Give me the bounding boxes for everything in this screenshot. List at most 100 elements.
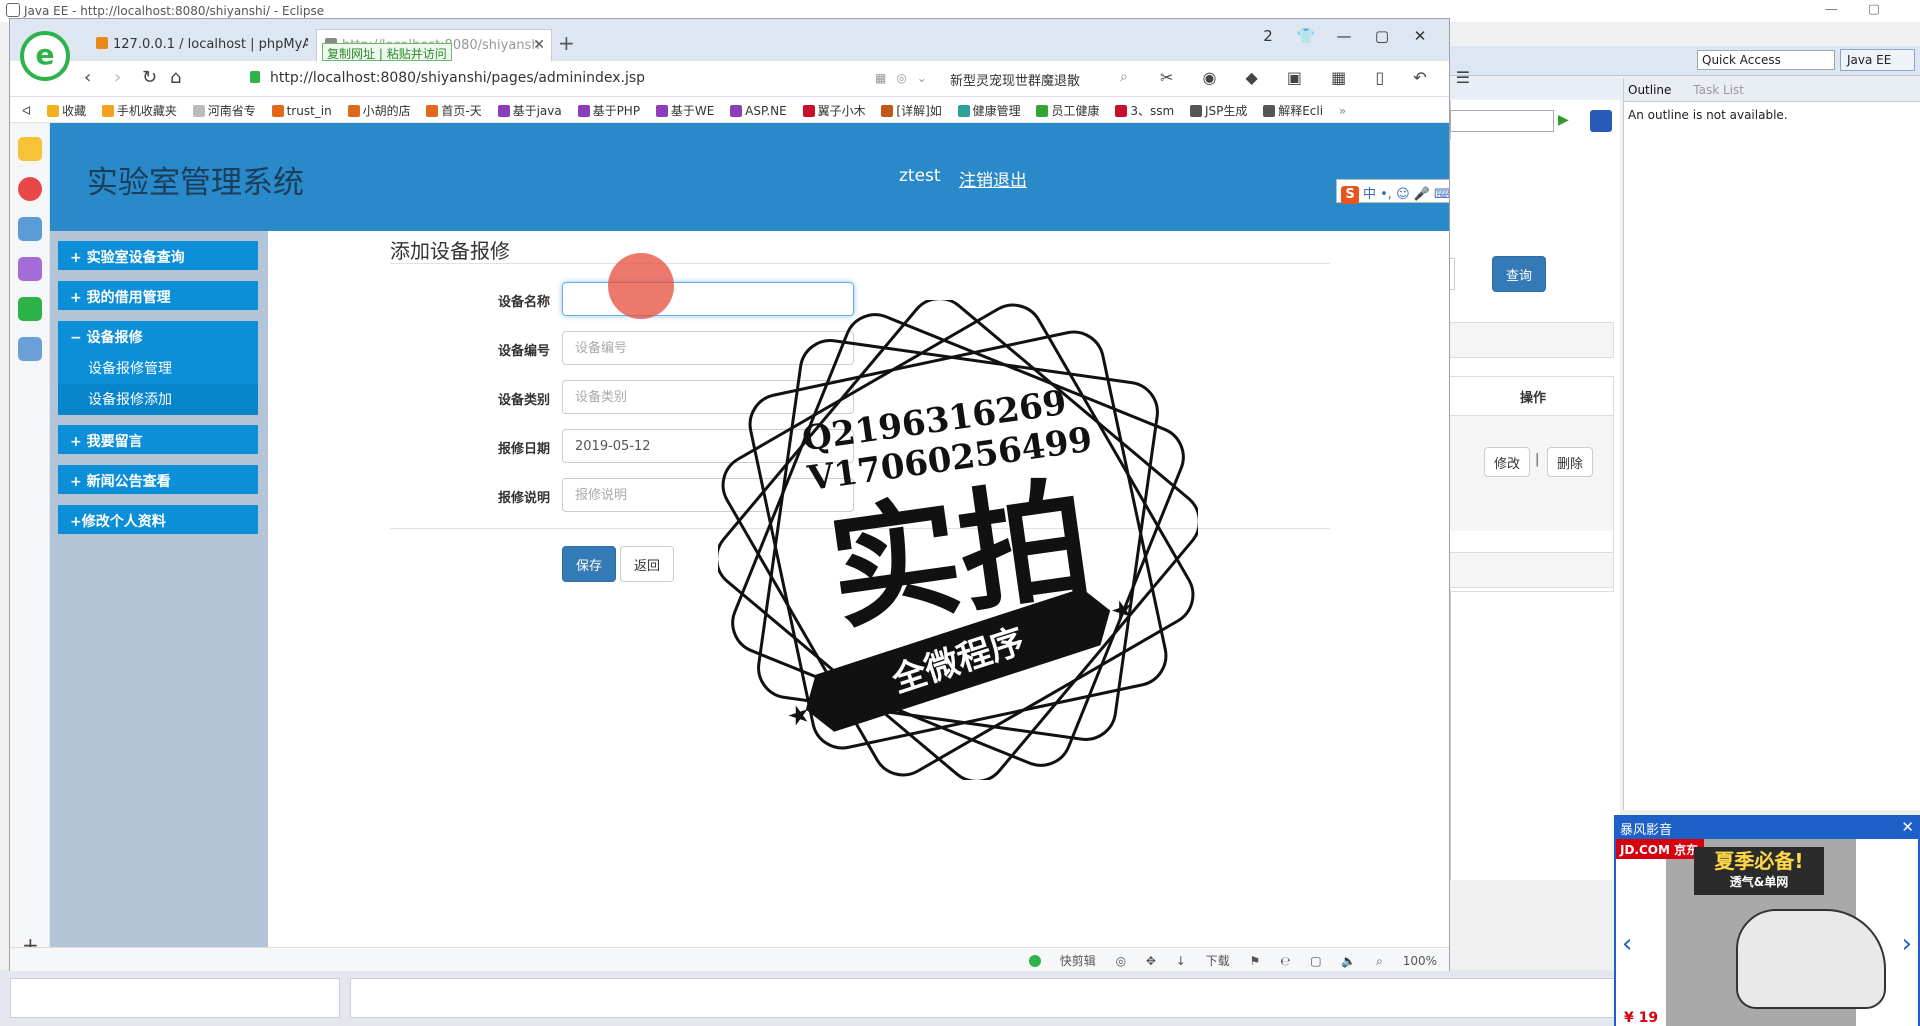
close-icon[interactable]: ✕ <box>1901 818 1914 836</box>
back-icon[interactable]: ‹ <box>84 67 91 88</box>
device-category-input[interactable] <box>562 380 854 414</box>
shirt-icon[interactable]: 👕 <box>1287 27 1325 45</box>
tab-phpmyadmin[interactable]: 127.0.0.1 / localhost | phpMyA <box>88 29 308 61</box>
window-icon[interactable]: ▢ <box>1310 954 1321 968</box>
ime-toolbar[interactable]: S中 •, ☺ 🎤 ⌨ 👔 ▦ <box>1336 179 1449 204</box>
bookmark-item[interactable]: [详解]如 <box>881 102 942 119</box>
favorites-icon[interactable] <box>18 137 42 161</box>
bookmark-item[interactable]: 员工健康 <box>1036 102 1099 119</box>
video-icon[interactable] <box>18 297 42 321</box>
close-icon[interactable]: ✕ <box>1401 27 1439 45</box>
close-icon[interactable]: ✕ <box>533 37 545 53</box>
news-ticker[interactable]: 新型灵宠现世群魔退散 <box>950 70 1080 89</box>
bookmark-item[interactable]: 翼子小木 <box>802 102 866 119</box>
repair-note-input[interactable] <box>562 478 854 512</box>
bookmark-item[interactable]: 3、ssm <box>1115 102 1174 119</box>
reload-icon[interactable]: ↻ <box>142 67 157 88</box>
chevron-right-icon[interactable]: › <box>1902 929 1912 959</box>
bookmark-item[interactable]: 基于PHP <box>577 102 640 119</box>
bookmark-item[interactable]: 河南省专 <box>192 102 256 119</box>
address-tools-icons[interactable]: ▦◎⌄ <box>875 71 937 85</box>
external-tools-icon[interactable] <box>1590 110 1612 132</box>
run-icon[interactable]: ▶ <box>1558 112 1569 128</box>
toolbar-extensions[interactable]: ✂ ◉ ◆ ▣ ▦ ▯ ↶ ☰ <box>1160 68 1482 87</box>
pin-icon[interactable]: ✥ <box>1146 954 1156 968</box>
site-icon <box>347 105 360 117</box>
repair-date-input[interactable] <box>562 429 854 463</box>
outline-message: An outline is not available. <box>1628 108 1788 122</box>
tab-count-badge[interactable]: 2 <box>1249 27 1287 45</box>
side-menu: + 实验室设备查询 + 我的借用管理 − 设备报修 设备报修管理 设备报修添加 … <box>50 231 268 949</box>
minimize-icon[interactable]: — <box>1325 27 1363 45</box>
delete-button[interactable]: 删除 <box>1547 447 1593 477</box>
sidebar-toggle-icon[interactable]: ᐊ <box>22 104 31 118</box>
site-icon <box>730 105 743 117</box>
more-bookmarks-icon[interactable]: » <box>1339 104 1346 118</box>
eclipse-run-config-dropdown[interactable] <box>1450 110 1554 132</box>
quick-access-input[interactable]: Quick Access <box>1697 50 1835 70</box>
save-button[interactable]: 保存 <box>562 546 616 582</box>
menu-my-borrowing[interactable]: + 我的借用管理 <box>58 281 258 310</box>
quick-clip-item[interactable]: 快剪辑 <box>1013 954 1096 968</box>
menu-repair-management[interactable]: 设备报修管理 <box>58 353 258 384</box>
paste-go-option[interactable]: 粘贴并访问 <box>387 47 447 61</box>
bookmark-item[interactable]: ASP.NE <box>730 104 787 118</box>
sogou-ime-icon: S <box>1341 186 1359 204</box>
bookmark-item[interactable]: JSP生成 <box>1189 102 1247 119</box>
bookmark-item[interactable]: 手机收藏夹 <box>101 102 177 119</box>
sound-icon[interactable]: 🔈 <box>1341 954 1356 968</box>
phpmyadmin-icon <box>96 37 108 49</box>
ad-slogan: 夏季必备! 透气&单网 <box>1694 847 1824 895</box>
jd-logo: JD.COM 京东 <box>1616 839 1704 859</box>
tab-context-popup[interactable]: 复制网址 | 粘贴并访问 <box>322 43 452 61</box>
site-icon <box>957 105 970 117</box>
java-ee-perspective-button[interactable]: Java EE <box>1840 49 1915 71</box>
tab-bar: 127.0.0.1 / localhost | phpMyA http://lo… <box>10 19 1449 61</box>
menu-device-repair[interactable]: − 设备报修 <box>58 321 258 353</box>
download-item[interactable]: ↓ 下载 <box>1176 954 1230 968</box>
bookmark-item[interactable]: 首页-天 <box>426 102 482 119</box>
menu-lab-equipment-query[interactable]: + 实验室设备查询 <box>58 241 258 270</box>
address-bar[interactable]: http://localhost:8080/shiyanshi/pages/ad… <box>242 66 862 92</box>
back-button[interactable]: 返回 <box>620 546 674 582</box>
task-list-tab[interactable]: Task List <box>1693 83 1744 97</box>
weibo-icon[interactable] <box>18 177 42 201</box>
bookmark-item[interactable]: 解释Ecli <box>1263 102 1323 119</box>
bookmarks-bar: ᐊ 收藏 手机收藏夹 河南省专 trust_in 小胡的店 首页-天 基于jav… <box>10 97 1449 123</box>
outline-tab[interactable]: Outline <box>1628 83 1671 97</box>
notes-icon[interactable] <box>18 257 42 281</box>
bookmark-item[interactable]: 健康管理 <box>957 102 1021 119</box>
query-button[interactable]: 查询 <box>1492 256 1546 292</box>
speed-icon[interactable]: ◎ <box>1116 954 1126 968</box>
menu-repair-add[interactable]: 设备报修添加 <box>58 384 258 415</box>
browser-logo-icon[interactable]: e <box>20 31 70 81</box>
page-header: 实验室管理系统 ztest 注销退出 <box>50 123 1449 231</box>
menu-news-announcements[interactable]: + 新闻公告查看 <box>58 465 258 494</box>
table-footer-band <box>1438 552 1614 588</box>
document-icon[interactable] <box>18 337 42 361</box>
bookmark-item[interactable]: 小胡的店 <box>347 102 411 119</box>
copy-url-option[interactable]: 复制网址 <box>327 47 375 61</box>
ie-icon[interactable]: ℮ <box>1280 954 1290 968</box>
home-icon[interactable]: ⌂ <box>170 67 181 88</box>
bookmark-item[interactable]: 基于java <box>497 102 562 119</box>
maximize-icon[interactable]: ▢ <box>1363 27 1401 45</box>
mail-icon[interactable] <box>18 217 42 241</box>
logout-link[interactable]: 注销退出 <box>959 166 1027 191</box>
bookmark-item[interactable]: 收藏 <box>47 102 86 119</box>
device-name-input[interactable] <box>562 282 854 316</box>
bookmark-item[interactable]: trust_in <box>271 104 332 118</box>
zoom-level[interactable]: ⌕ 100% <box>1376 954 1437 968</box>
chevron-left-icon[interactable]: ‹ <box>1622 929 1632 959</box>
menu-leave-message[interactable]: + 我要留言 <box>58 425 258 454</box>
forward-icon[interactable]: › <box>114 67 121 88</box>
ad-body[interactable]: JD.COM 京东 夏季必备! 透气&单网 ‹ › ¥ 19 <box>1616 839 1918 1026</box>
menu-edit-profile[interactable]: +修改个人资料 <box>58 505 258 534</box>
device-number-input[interactable] <box>562 331 854 365</box>
search-icon[interactable]: ⌕ <box>1120 69 1128 85</box>
bookmark-item[interactable]: 基于WE <box>655 102 714 119</box>
new-tab-icon[interactable]: + <box>558 31 575 55</box>
flag-icon[interactable]: ⚑ <box>1250 954 1261 968</box>
eclipse-window-controls[interactable]: —▢ <box>1825 2 1910 17</box>
edit-button[interactable]: 修改 <box>1484 447 1530 477</box>
